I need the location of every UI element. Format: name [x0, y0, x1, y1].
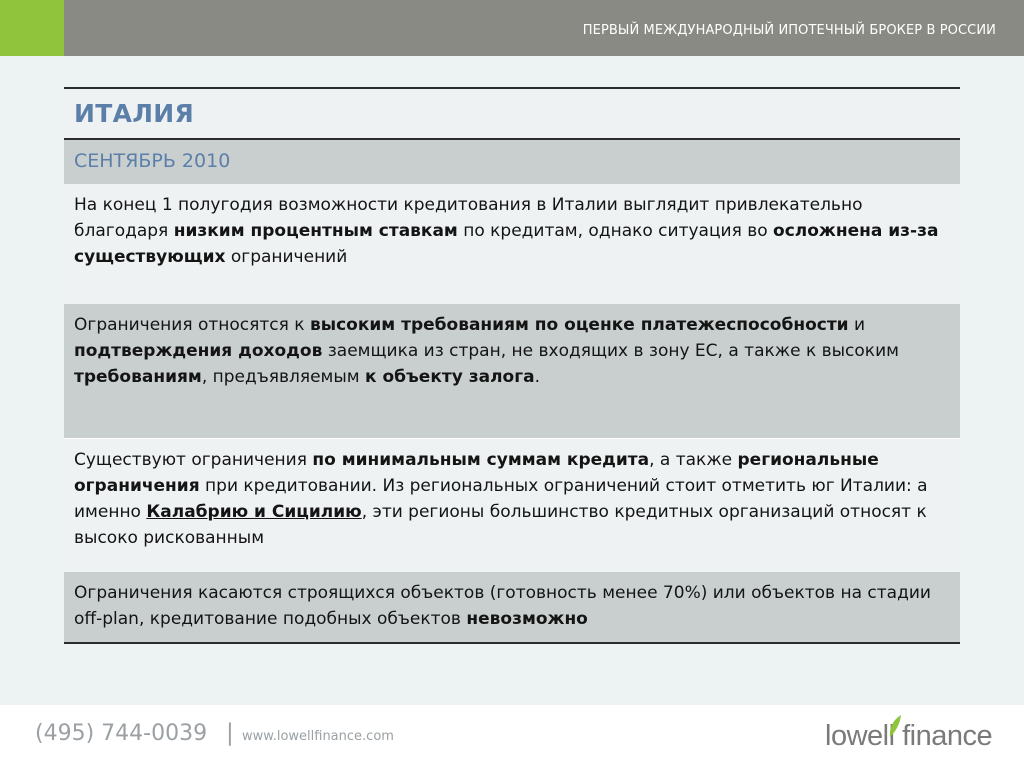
body-text: заемщика из стран, не входящих в зону ЕС… [322, 341, 899, 361]
slide-title: ИТАЛИЯ [74, 99, 195, 128]
content-row-1: На конец 1 полугодия возможности кредито… [64, 184, 960, 304]
footer: (495) 744-0039 | www.lowellfinance.com l… [0, 705, 1024, 768]
emphasis-text: подтверждения доходов [74, 341, 323, 361]
body-text: по кредитам, однако ситуация во [457, 221, 774, 241]
emphasis-text: к объекту залога [365, 367, 535, 387]
body-text: ограничений [225, 247, 348, 267]
emphasis-text: невозможно [466, 609, 588, 629]
footer-phone: (495) 744-0039 [35, 721, 208, 746]
content-row-3: Существуют ограничения по минимальным су… [64, 438, 960, 572]
body-text: , а также [649, 450, 738, 470]
footer-website-link[interactable]: www.lowellfinance.com [242, 729, 394, 744]
title-row: ИТАЛИЯ [64, 89, 960, 140]
slide-table: ИТАЛИЯ СЕНТЯБРЬ 2010 На конец 1 полугоди… [64, 87, 960, 644]
emphasis-text: высоким требованиям по оценке платежеспо… [309, 315, 849, 335]
subtitle-row: СЕНТЯБРЬ 2010 [64, 140, 960, 184]
header-accent-block [0, 0, 64, 56]
logo-text: lowell finance [825, 720, 993, 752]
emphasis-text: требованиям [74, 367, 202, 387]
content-row-4: Ограничения касаются строящихся объектов… [64, 572, 960, 644]
slide-subtitle: СЕНТЯБРЬ 2010 [74, 150, 231, 172]
leaf-icon [889, 715, 901, 737]
header-tagline: ПЕРВЫЙ МЕЖДУНАРОДНЫЙ ИПОТЕЧНЫЙ БРОКЕР В … [582, 23, 996, 38]
body-text: и [848, 315, 866, 335]
body-text: . [534, 367, 540, 387]
footer-separator: | [226, 720, 234, 746]
emphasis-text: низким процентным ставкам [173, 221, 458, 241]
body-text: Ограничения относятся к [74, 315, 310, 335]
content-row-2: Ограничения относятся к высоким требован… [64, 304, 960, 438]
emphasis-text: Калабрию и Сицилию [146, 502, 362, 522]
lowell-finance-logo: lowell finance [825, 714, 1005, 758]
body-text: , предъявляемым [201, 367, 366, 387]
body-text: Существуют ограничения [74, 450, 313, 470]
header-bar: ПЕРВЫЙ МЕЖДУНАРОДНЫЙ ИПОТЕЧНЫЙ БРОКЕР В … [0, 0, 1024, 56]
emphasis-text: по минимальным суммам кредита [312, 450, 650, 470]
